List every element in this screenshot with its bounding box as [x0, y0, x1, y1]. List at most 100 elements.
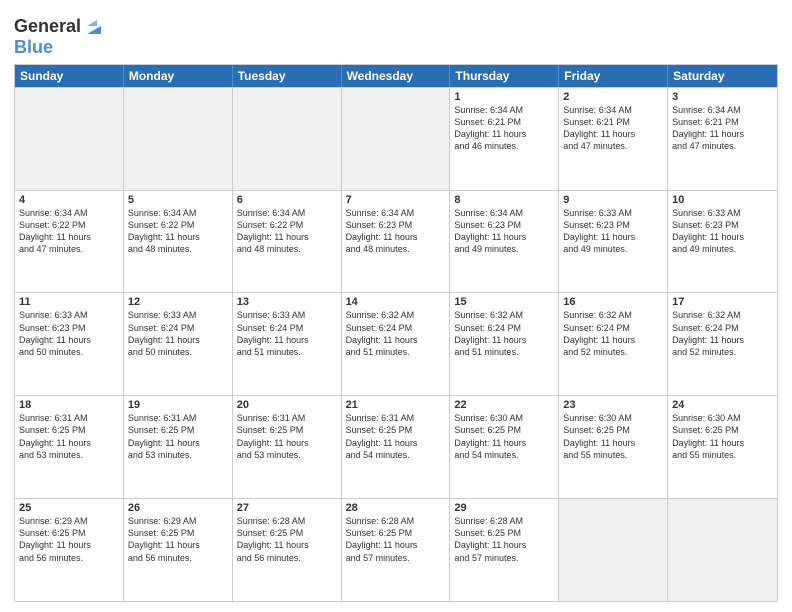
calendar-cell-5: 5Sunrise: 6:34 AM Sunset: 6:22 PM Daylig…: [124, 191, 233, 293]
day-number: 24: [672, 399, 773, 411]
day-number: 7: [346, 194, 446, 206]
calendar-cell-11: 11Sunrise: 6:33 AM Sunset: 6:23 PM Dayli…: [15, 293, 124, 395]
day-number: 14: [346, 296, 446, 308]
calendar-row-1: 4Sunrise: 6:34 AM Sunset: 6:22 PM Daylig…: [15, 190, 777, 293]
calendar-cell-3: 3Sunrise: 6:34 AM Sunset: 6:21 PM Daylig…: [668, 88, 777, 190]
logo-text-line2: Blue: [14, 38, 105, 58]
calendar-cell-empty-0-2: [233, 88, 342, 190]
calendar-cell-24: 24Sunrise: 6:30 AM Sunset: 6:25 PM Dayli…: [668, 396, 777, 498]
cell-info: Sunrise: 6:30 AM Sunset: 6:25 PM Dayligh…: [563, 412, 663, 461]
cell-info: Sunrise: 6:33 AM Sunset: 6:23 PM Dayligh…: [19, 309, 119, 358]
day-number: 26: [128, 502, 228, 514]
header-day-thursday: Thursday: [450, 65, 559, 87]
day-number: 21: [346, 399, 446, 411]
day-number: 6: [237, 194, 337, 206]
day-number: 12: [128, 296, 228, 308]
calendar-cell-12: 12Sunrise: 6:33 AM Sunset: 6:24 PM Dayli…: [124, 293, 233, 395]
cell-info: Sunrise: 6:34 AM Sunset: 6:23 PM Dayligh…: [346, 207, 446, 256]
logo-icon: [83, 16, 105, 38]
cell-info: Sunrise: 6:34 AM Sunset: 6:21 PM Dayligh…: [563, 104, 663, 153]
calendar-cell-16: 16Sunrise: 6:32 AM Sunset: 6:24 PM Dayli…: [559, 293, 668, 395]
cell-info: Sunrise: 6:31 AM Sunset: 6:25 PM Dayligh…: [128, 412, 228, 461]
day-number: 25: [19, 502, 119, 514]
calendar-cell-14: 14Sunrise: 6:32 AM Sunset: 6:24 PM Dayli…: [342, 293, 451, 395]
header-day-friday: Friday: [559, 65, 668, 87]
header: General Blue: [14, 12, 778, 58]
cell-info: Sunrise: 6:30 AM Sunset: 6:25 PM Dayligh…: [454, 412, 554, 461]
cell-info: Sunrise: 6:33 AM Sunset: 6:23 PM Dayligh…: [563, 207, 663, 256]
cell-info: Sunrise: 6:29 AM Sunset: 6:25 PM Dayligh…: [128, 515, 228, 564]
cell-info: Sunrise: 6:33 AM Sunset: 6:24 PM Dayligh…: [128, 309, 228, 358]
cell-info: Sunrise: 6:32 AM Sunset: 6:24 PM Dayligh…: [563, 309, 663, 358]
calendar-cell-22: 22Sunrise: 6:30 AM Sunset: 6:25 PM Dayli…: [450, 396, 559, 498]
calendar: SundayMondayTuesdayWednesdayThursdayFrid…: [14, 64, 778, 602]
day-number: 16: [563, 296, 663, 308]
calendar-cell-1: 1Sunrise: 6:34 AM Sunset: 6:21 PM Daylig…: [450, 88, 559, 190]
cell-info: Sunrise: 6:29 AM Sunset: 6:25 PM Dayligh…: [19, 515, 119, 564]
day-number: 3: [672, 91, 773, 103]
cell-info: Sunrise: 6:33 AM Sunset: 6:24 PM Dayligh…: [237, 309, 337, 358]
header-day-tuesday: Tuesday: [233, 65, 342, 87]
calendar-cell-empty-0-1: [124, 88, 233, 190]
day-number: 10: [672, 194, 773, 206]
day-number: 18: [19, 399, 119, 411]
day-number: 17: [672, 296, 773, 308]
calendar-cell-4: 4Sunrise: 6:34 AM Sunset: 6:22 PM Daylig…: [15, 191, 124, 293]
header-day-wednesday: Wednesday: [342, 65, 451, 87]
calendar-header: SundayMondayTuesdayWednesdayThursdayFrid…: [15, 65, 777, 87]
cell-info: Sunrise: 6:34 AM Sunset: 6:22 PM Dayligh…: [19, 207, 119, 256]
day-number: 19: [128, 399, 228, 411]
cell-info: Sunrise: 6:34 AM Sunset: 6:22 PM Dayligh…: [128, 207, 228, 256]
day-number: 29: [454, 502, 554, 514]
calendar-cell-13: 13Sunrise: 6:33 AM Sunset: 6:24 PM Dayli…: [233, 293, 342, 395]
calendar-cell-10: 10Sunrise: 6:33 AM Sunset: 6:23 PM Dayli…: [668, 191, 777, 293]
calendar-cell-6: 6Sunrise: 6:34 AM Sunset: 6:22 PM Daylig…: [233, 191, 342, 293]
day-number: 22: [454, 399, 554, 411]
calendar-cell-29: 29Sunrise: 6:28 AM Sunset: 6:25 PM Dayli…: [450, 499, 559, 601]
day-number: 20: [237, 399, 337, 411]
cell-info: Sunrise: 6:28 AM Sunset: 6:25 PM Dayligh…: [454, 515, 554, 564]
cell-info: Sunrise: 6:28 AM Sunset: 6:25 PM Dayligh…: [237, 515, 337, 564]
calendar-body: 1Sunrise: 6:34 AM Sunset: 6:21 PM Daylig…: [15, 87, 777, 601]
cell-info: Sunrise: 6:34 AM Sunset: 6:22 PM Dayligh…: [237, 207, 337, 256]
calendar-cell-8: 8Sunrise: 6:34 AM Sunset: 6:23 PM Daylig…: [450, 191, 559, 293]
header-day-monday: Monday: [124, 65, 233, 87]
cell-info: Sunrise: 6:32 AM Sunset: 6:24 PM Dayligh…: [346, 309, 446, 358]
cell-info: Sunrise: 6:32 AM Sunset: 6:24 PM Dayligh…: [672, 309, 773, 358]
calendar-cell-17: 17Sunrise: 6:32 AM Sunset: 6:24 PM Dayli…: [668, 293, 777, 395]
cell-info: Sunrise: 6:34 AM Sunset: 6:21 PM Dayligh…: [454, 104, 554, 153]
day-number: 4: [19, 194, 119, 206]
cell-info: Sunrise: 6:31 AM Sunset: 6:25 PM Dayligh…: [237, 412, 337, 461]
logo-text-line1: General: [14, 17, 81, 37]
day-number: 23: [563, 399, 663, 411]
calendar-cell-19: 19Sunrise: 6:31 AM Sunset: 6:25 PM Dayli…: [124, 396, 233, 498]
calendar-row-4: 25Sunrise: 6:29 AM Sunset: 6:25 PM Dayli…: [15, 498, 777, 601]
header-day-saturday: Saturday: [668, 65, 777, 87]
day-number: 5: [128, 194, 228, 206]
calendar-cell-26: 26Sunrise: 6:29 AM Sunset: 6:25 PM Dayli…: [124, 499, 233, 601]
cell-info: Sunrise: 6:31 AM Sunset: 6:25 PM Dayligh…: [19, 412, 119, 461]
cell-info: Sunrise: 6:34 AM Sunset: 6:23 PM Dayligh…: [454, 207, 554, 256]
day-number: 2: [563, 91, 663, 103]
calendar-cell-empty-0-3: [342, 88, 451, 190]
cell-info: Sunrise: 6:30 AM Sunset: 6:25 PM Dayligh…: [672, 412, 773, 461]
calendar-row-3: 18Sunrise: 6:31 AM Sunset: 6:25 PM Dayli…: [15, 395, 777, 498]
header-day-sunday: Sunday: [15, 65, 124, 87]
cell-info: Sunrise: 6:32 AM Sunset: 6:24 PM Dayligh…: [454, 309, 554, 358]
cell-info: Sunrise: 6:31 AM Sunset: 6:25 PM Dayligh…: [346, 412, 446, 461]
cell-info: Sunrise: 6:34 AM Sunset: 6:21 PM Dayligh…: [672, 104, 773, 153]
calendar-row-0: 1Sunrise: 6:34 AM Sunset: 6:21 PM Daylig…: [15, 87, 777, 190]
calendar-cell-2: 2Sunrise: 6:34 AM Sunset: 6:21 PM Daylig…: [559, 88, 668, 190]
day-number: 11: [19, 296, 119, 308]
cell-info: Sunrise: 6:33 AM Sunset: 6:23 PM Dayligh…: [672, 207, 773, 256]
calendar-cell-9: 9Sunrise: 6:33 AM Sunset: 6:23 PM Daylig…: [559, 191, 668, 293]
calendar-cell-20: 20Sunrise: 6:31 AM Sunset: 6:25 PM Dayli…: [233, 396, 342, 498]
calendar-cell-empty-4-6: [668, 499, 777, 601]
calendar-cell-18: 18Sunrise: 6:31 AM Sunset: 6:25 PM Dayli…: [15, 396, 124, 498]
calendar-row-2: 11Sunrise: 6:33 AM Sunset: 6:23 PM Dayli…: [15, 292, 777, 395]
calendar-cell-empty-0-0: [15, 88, 124, 190]
calendar-cell-28: 28Sunrise: 6:28 AM Sunset: 6:25 PM Dayli…: [342, 499, 451, 601]
day-number: 27: [237, 502, 337, 514]
day-number: 9: [563, 194, 663, 206]
calendar-cell-7: 7Sunrise: 6:34 AM Sunset: 6:23 PM Daylig…: [342, 191, 451, 293]
